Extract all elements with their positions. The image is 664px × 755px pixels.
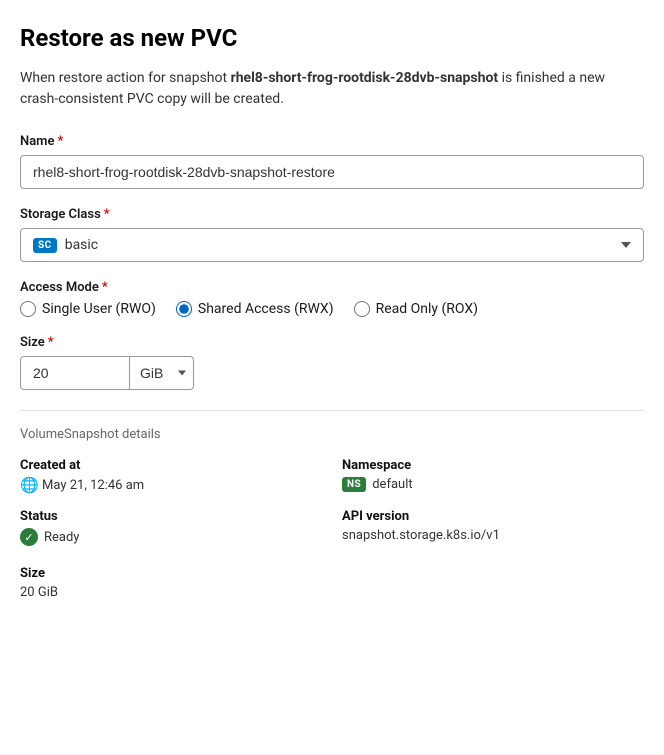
- name-input[interactable]: [20, 155, 644, 189]
- description-text: When restore action for snapshot rhel8-s…: [20, 68, 644, 110]
- access-mode-required-star: *: [102, 280, 108, 295]
- created-at-item: Created at 🌐 May 21, 12:46 am: [20, 458, 322, 493]
- status-value: Ready: [44, 530, 79, 545]
- storage-class-required-star: *: [104, 207, 110, 222]
- access-mode-rwo-radio[interactable]: [20, 301, 36, 317]
- status-value-row: ✓ Ready: [20, 528, 322, 546]
- status-label: Status: [20, 509, 322, 524]
- size-input[interactable]: [20, 356, 130, 390]
- name-field-group: Name *: [20, 134, 644, 189]
- access-mode-rox-option[interactable]: Read Only (ROX): [354, 301, 478, 317]
- snapshot-size-label: Size: [20, 566, 322, 581]
- storage-class-chevron-icon: [621, 242, 631, 248]
- ns-badge: NS: [342, 477, 366, 492]
- access-mode-rwx-option[interactable]: Shared Access (RWX): [176, 301, 334, 317]
- snapshot-size-value-row: 20 GiB: [20, 585, 322, 600]
- size-unit-select[interactable]: GiB TiB MiB: [130, 356, 194, 390]
- size-required-star: *: [48, 335, 54, 350]
- page-title: Restore as new PVC: [20, 24, 644, 52]
- namespace-item: Namespace NS default: [342, 458, 644, 493]
- snapshot-name-bold: rhel8-short-frog-rootdisk-28dvb-snapshot: [231, 70, 499, 86]
- access-mode-rwo-option[interactable]: Single User (RWO): [20, 301, 156, 317]
- section-divider: [20, 410, 644, 411]
- size-row: GiB TiB MiB: [20, 356, 240, 390]
- status-check-icon: ✓: [20, 528, 38, 546]
- access-mode-field-group: Access Mode * Single User (RWO) Shared A…: [20, 280, 644, 317]
- created-at-value-row: 🌐 May 21, 12:46 am: [20, 477, 322, 493]
- access-mode-rwx-radio[interactable]: [176, 301, 192, 317]
- snapshot-size-item: Size 20 GiB: [20, 566, 322, 600]
- api-version-item: API version snapshot.storage.k8s.io/v1: [342, 509, 644, 546]
- sc-badge: SC: [33, 238, 57, 253]
- storage-class-field-group: Storage Class * SC basic: [20, 207, 644, 262]
- storage-class-value: basic: [65, 237, 621, 253]
- snapshot-size-value: 20 GiB: [20, 585, 58, 600]
- api-version-value: snapshot.storage.k8s.io/v1: [342, 528, 500, 543]
- api-version-label: API version: [342, 509, 644, 524]
- namespace-label: Namespace: [342, 458, 644, 473]
- namespace-value: default: [372, 477, 412, 492]
- snapshot-details-grid: Created at 🌐 May 21, 12:46 am Namespace …: [20, 458, 644, 600]
- snapshot-details-subtitle: VolumeSnapshot details: [20, 427, 644, 442]
- name-label: Name *: [20, 134, 644, 149]
- created-at-label: Created at: [20, 458, 322, 473]
- storage-class-select[interactable]: SC basic: [20, 228, 644, 262]
- size-label: Size *: [20, 335, 644, 350]
- globe-icon: 🌐: [20, 477, 36, 493]
- access-mode-rox-radio[interactable]: [354, 301, 370, 317]
- name-required-star: *: [57, 134, 63, 149]
- access-mode-rwo-label: Single User (RWO): [42, 301, 156, 317]
- storage-class-label: Storage Class *: [20, 207, 644, 222]
- size-field-group: Size * GiB TiB MiB: [20, 335, 644, 390]
- access-mode-rwx-label: Shared Access (RWX): [198, 301, 334, 317]
- size-unit-wrapper: GiB TiB MiB: [130, 356, 194, 390]
- created-at-value: May 21, 12:46 am: [42, 478, 144, 493]
- access-mode-radio-group: Single User (RWO) Shared Access (RWX) Re…: [20, 301, 644, 317]
- namespace-value-row: NS default: [342, 477, 644, 492]
- description-prefix: When restore action for snapshot: [20, 70, 231, 86]
- access-mode-rox-label: Read Only (ROX): [376, 301, 478, 317]
- api-version-value-row: snapshot.storage.k8s.io/v1: [342, 528, 644, 543]
- status-item: Status ✓ Ready: [20, 509, 322, 546]
- access-mode-label: Access Mode *: [20, 280, 644, 295]
